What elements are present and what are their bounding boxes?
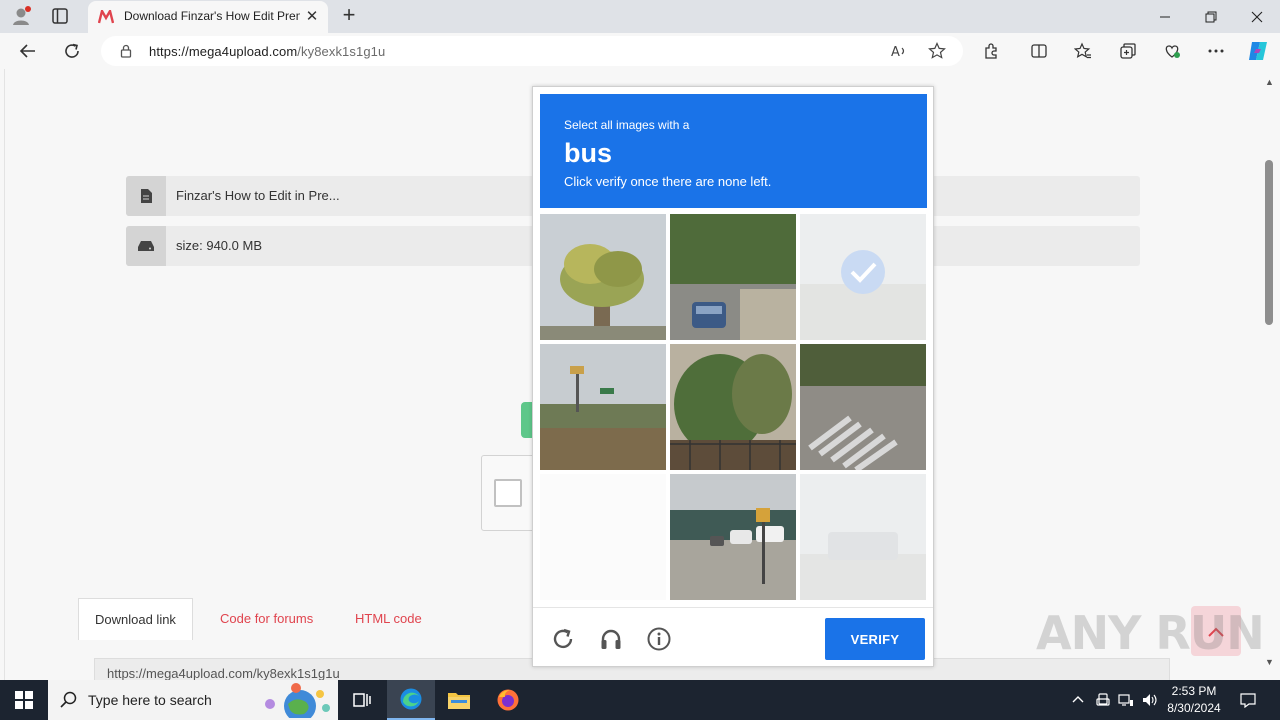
tab-title: Download Finzar's How Edit Prem bbox=[124, 9, 300, 23]
anyrun-watermark: ANY RUN bbox=[1036, 606, 1265, 660]
notification-center-icon[interactable] bbox=[1232, 680, 1264, 720]
windows-taskbar: Type here to search 2:53 PM 8/30/2024 bbox=[0, 680, 1280, 720]
captcha-tile-3-selected[interactable] bbox=[800, 214, 926, 340]
svg-text:A: A bbox=[891, 45, 900, 60]
captcha-footer: VERIFY bbox=[533, 607, 933, 667]
tray-chevron-up-icon[interactable] bbox=[1068, 680, 1088, 720]
clock-date: 8/30/2024 bbox=[1167, 701, 1221, 715]
captcha-tile-4[interactable] bbox=[540, 344, 666, 470]
captcha-tile-7-blank[interactable] bbox=[540, 474, 666, 600]
captcha-tile-6[interactable] bbox=[800, 344, 926, 470]
task-view-icon[interactable] bbox=[338, 680, 386, 720]
captcha-image-grid bbox=[540, 214, 927, 601]
favorite-star-icon[interactable] bbox=[927, 41, 947, 61]
verify-button[interactable]: VERIFY bbox=[825, 618, 925, 660]
url-host: https://mega4upload.com bbox=[149, 44, 298, 59]
hard-drive-icon bbox=[126, 226, 166, 266]
file-explorer-icon[interactable] bbox=[435, 680, 483, 720]
captcha-subtitle: Click verify once there are none left. bbox=[564, 174, 772, 189]
taskbar-clock[interactable]: 2:53 PM 8/30/2024 bbox=[1160, 683, 1228, 717]
captcha-target-object: bus bbox=[564, 138, 613, 168]
search-highlight-icon bbox=[260, 682, 334, 720]
extensions-icon[interactable] bbox=[981, 41, 1001, 61]
new-tab-button[interactable]: + bbox=[338, 4, 360, 27]
browser-essentials-icon[interactable] bbox=[1162, 41, 1182, 61]
info-icon[interactable] bbox=[647, 627, 671, 651]
captcha-tile-5[interactable] bbox=[670, 344, 796, 470]
more-menu-icon[interactable] bbox=[1206, 41, 1226, 61]
url-text[interactable]: https://mega4upload.com/ky8exk1s1g1u bbox=[149, 44, 385, 59]
favorites-icon[interactable] bbox=[1073, 41, 1093, 61]
collections-icon[interactable] bbox=[1118, 41, 1138, 61]
tray-meet-icon[interactable] bbox=[1094, 680, 1112, 720]
captcha-tile-1[interactable] bbox=[540, 214, 666, 340]
network-icon[interactable] bbox=[1116, 680, 1136, 720]
tab-html-code[interactable]: HTML code bbox=[339, 598, 438, 640]
minimize-icon[interactable] bbox=[1142, 0, 1188, 33]
audio-challenge-icon[interactable] bbox=[599, 627, 623, 651]
tab-actions-icon[interactable] bbox=[50, 6, 70, 26]
back-icon[interactable] bbox=[18, 41, 38, 61]
refresh-icon[interactable] bbox=[62, 41, 82, 61]
captcha-header: Select all images with a bus Click verif… bbox=[540, 94, 927, 208]
file-icon bbox=[126, 176, 166, 216]
windows-start-icon[interactable] bbox=[0, 680, 48, 720]
captcha-tile-9-fading[interactable] bbox=[800, 474, 926, 600]
reload-challenge-icon[interactable] bbox=[551, 627, 575, 651]
recaptcha-checkbox[interactable] bbox=[494, 479, 522, 507]
captcha-tile-2[interactable] bbox=[670, 214, 796, 340]
profile-icon[interactable] bbox=[10, 5, 32, 27]
tab-active[interactable]: Download Finzar's How Edit Prem ✕ bbox=[88, 1, 328, 33]
clock-time: 2:53 PM bbox=[1171, 684, 1217, 698]
scroll-up-arrow-icon[interactable]: ▲ bbox=[1265, 77, 1275, 87]
file-size: size: 940.0 MB bbox=[176, 238, 262, 253]
site-favicon-icon bbox=[97, 7, 115, 24]
url-path: /ky8exk1s1g1u bbox=[297, 44, 386, 59]
captcha-challenge: Select all images with a bus Click verif… bbox=[532, 86, 934, 667]
search-icon bbox=[60, 691, 78, 709]
tab-close-icon[interactable]: ✕ bbox=[304, 9, 320, 25]
search-placeholder: Type here to search bbox=[88, 692, 212, 708]
edge-taskbar-icon[interactable] bbox=[387, 680, 435, 720]
copilot-icon[interactable] bbox=[1246, 39, 1270, 63]
captcha-tile-8[interactable] bbox=[670, 474, 796, 600]
scroll-down-arrow-icon[interactable]: ▼ bbox=[1265, 657, 1275, 667]
captcha-instruction: Select all images with a bbox=[564, 118, 690, 132]
read-aloud-icon[interactable]: A bbox=[889, 41, 909, 61]
browser-tab-bar: Download Finzar's How Edit Prem ✕ + bbox=[0, 0, 1280, 33]
tab-code-for-forums[interactable]: Code for forums bbox=[204, 598, 329, 640]
file-name: Finzar's How to Edit in Pre... bbox=[176, 188, 340, 203]
lock-icon[interactable] bbox=[119, 44, 133, 58]
firefox-icon[interactable] bbox=[484, 680, 532, 720]
volume-icon[interactable] bbox=[1140, 680, 1160, 720]
tab-download-link[interactable]: Download link bbox=[78, 598, 193, 640]
split-screen-icon[interactable] bbox=[1029, 41, 1049, 61]
address-bar[interactable]: https://mega4upload.com/ky8exk1s1g1u A bbox=[101, 36, 963, 66]
close-window-icon[interactable] bbox=[1234, 0, 1280, 33]
browser-toolbar: https://mega4upload.com/ky8exk1s1g1u A bbox=[0, 33, 1280, 69]
restore-icon[interactable] bbox=[1188, 0, 1234, 33]
taskbar-search-box[interactable]: Type here to search bbox=[48, 680, 338, 720]
scroll-thumb[interactable] bbox=[1265, 160, 1273, 325]
